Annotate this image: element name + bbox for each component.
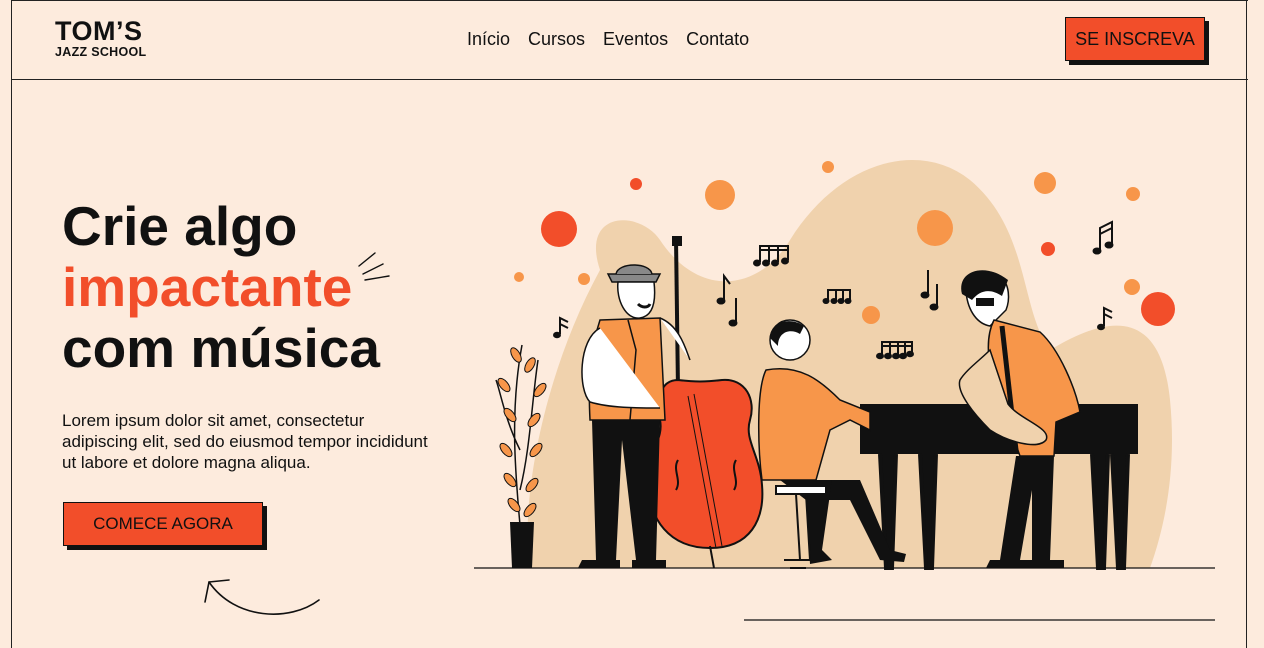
nav-item-inicio[interactable]: Início [467,29,510,50]
hero-title-line-2: impactante [62,256,353,318]
arrow-curved-icon [204,579,320,615]
nav-item-eventos[interactable]: Eventos [603,29,668,50]
nav-item-contato[interactable]: Contato [686,29,749,50]
nav-item-cursos[interactable]: Cursos [528,29,585,50]
hero-title-line-1: Crie algo [62,195,298,257]
site-header: TOM’S JAZZ SCHOOL Início Cursos Eventos … [11,0,1248,80]
hero-description: Lorem ipsum dolor sit amet, consectetur … [62,411,428,472]
logo-name: TOM’S [55,16,143,46]
hero-title-line-3: com música [62,317,380,379]
start-now-button[interactable]: COMECE AGORA [63,502,263,546]
sparkle-lines-icon [358,252,390,281]
main-nav: Início Cursos Eventos Contato [467,29,749,50]
hero-title: Crie algo impactante com música [62,196,380,379]
jazz-band-illustration [474,160,1215,621]
logo-subtitle: JAZZ SCHOOL [55,45,147,59]
signup-button[interactable]: SE INSCREVA [1065,17,1205,61]
logo[interactable]: TOM’S JAZZ SCHOOL [55,17,147,59]
